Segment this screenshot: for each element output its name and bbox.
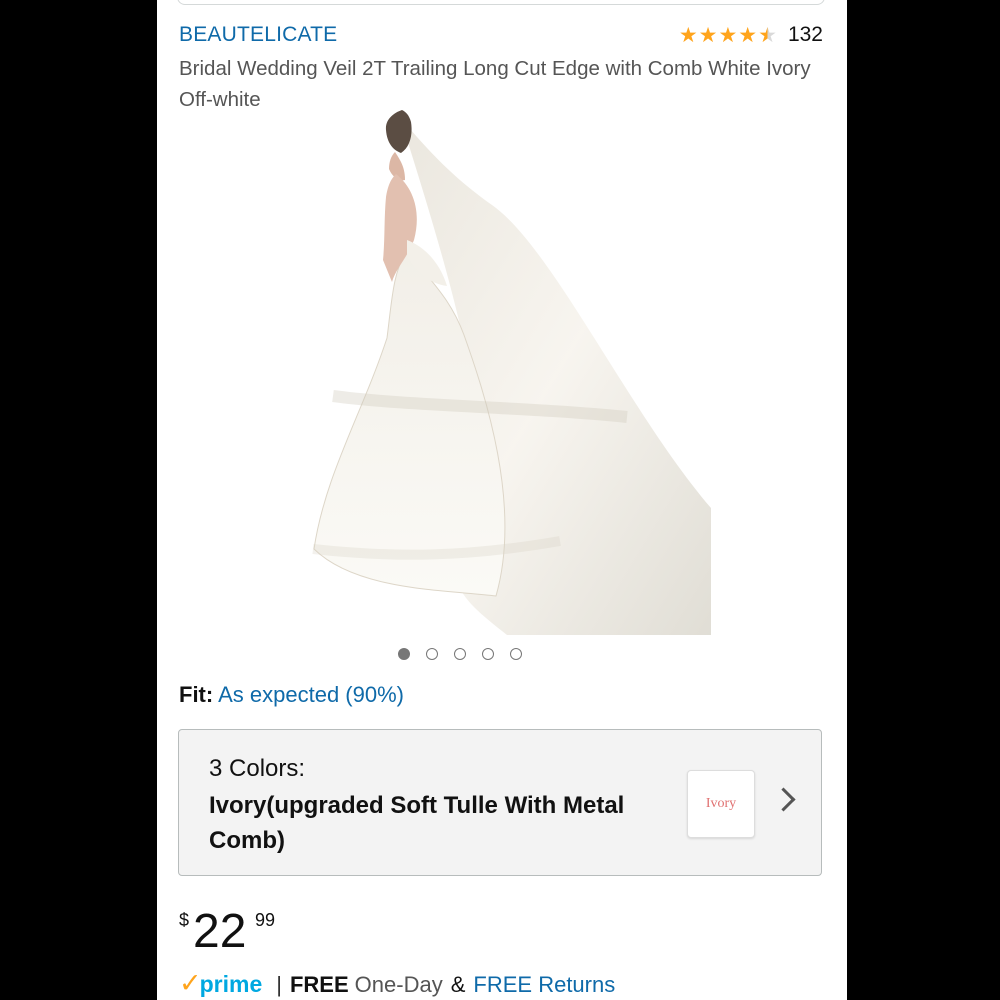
brand-link[interactable]: BEAUTELICATE [179, 23, 337, 47]
separator: | [276, 972, 282, 997]
carousel-dot[interactable] [454, 648, 466, 660]
star-icon: ★ [718, 23, 738, 47]
price-currency: $ [179, 910, 190, 930]
selected-color: Ivory(upgraded Soft Tulle With Metal Com… [209, 792, 625, 854]
search-bar-edge [177, 0, 825, 5]
product-title: Bridal Wedding Veil 2T Trailing Long Cut… [179, 57, 811, 111]
star-rating-icon: ★ ★ ★ ★ ★ [679, 25, 778, 46]
product-image[interactable] [297, 110, 711, 635]
colors-count: 3 Colors: [209, 755, 306, 782]
rating-count[interactable]: 132 [788, 23, 823, 47]
fit-label: Fit: [179, 682, 214, 707]
carousel-dot[interactable] [482, 648, 494, 660]
price-whole: 22 [193, 905, 247, 958]
fit-value-link[interactable]: As expected (90%) [218, 682, 404, 707]
product-page: BEAUTELICATE ★ ★ ★ ★ ★ 132 Bridal Weddin… [157, 0, 847, 1000]
delivery-speed: One-Day [354, 972, 443, 997]
carousel-dot[interactable] [510, 648, 522, 660]
prime-logo: prime [199, 971, 263, 997]
free-label: FREE [289, 972, 349, 997]
color-selector[interactable]: 3 Colors: Ivory(upgraded Soft Tulle With… [178, 729, 822, 876]
star-icon: ★ [698, 23, 718, 47]
free-returns-link[interactable]: FREE Returns [473, 972, 615, 998]
prime-check-icon: ✓ [179, 968, 202, 998]
chevron-right-icon[interactable] [771, 787, 796, 812]
half-star-icon: ★ [758, 23, 777, 47]
carousel-dot[interactable] [426, 648, 438, 660]
star-icon: ★ [678, 23, 698, 47]
ampersand: & [450, 972, 466, 997]
swatch-label: Ivory [705, 796, 737, 811]
image-carousel-dots [157, 648, 847, 660]
color-swatch[interactable]: Ivory [687, 770, 755, 838]
carousel-dot[interactable] [398, 648, 410, 660]
star-icon: ★ [738, 23, 758, 47]
delivery-info: ✓ prime | FREE One-Day & FREE Returns [179, 968, 615, 999]
fit-info: Fit: As expected (90%) [179, 682, 404, 708]
price-fraction: 99 [255, 910, 276, 930]
rating[interactable]: ★ ★ ★ ★ ★ 132 [679, 23, 823, 47]
